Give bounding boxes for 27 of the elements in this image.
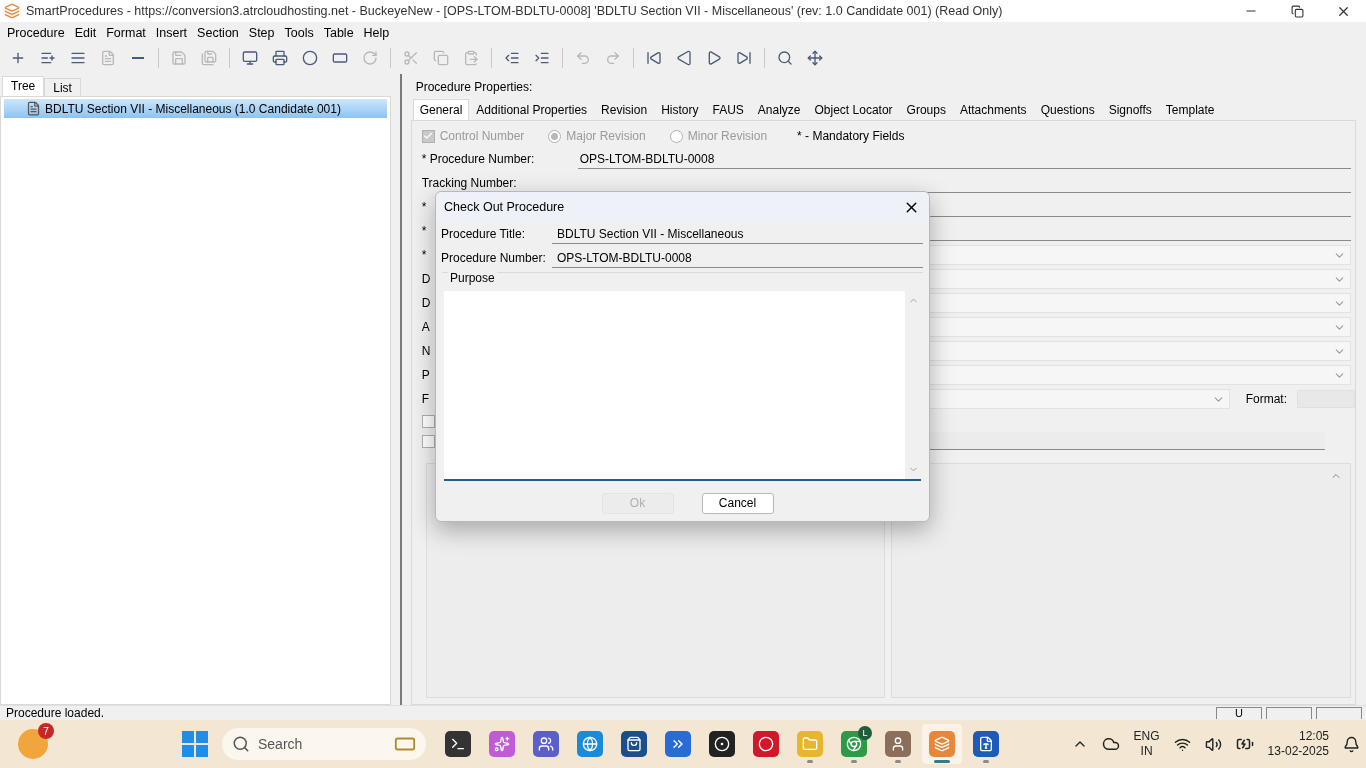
field-label: Format: (1245, 392, 1287, 406)
field-label: Tracking Number: (421, 176, 517, 190)
field-label: Procedure Title: (441, 227, 527, 241)
status-message: Procedure loaded. (6, 706, 106, 720)
profile-badge: L (858, 726, 872, 740)
mandatory-note: * - Mandatory Fields (797, 129, 905, 143)
tree-item-label: BDLTU Section VII - Miscellaneous (1.0 Candidate 001) (45, 101, 341, 116)
field-label: Procedure Number: (441, 251, 547, 265)
field-label: D (421, 296, 431, 310)
field-label: N (421, 344, 431, 358)
field-label: * (421, 224, 427, 238)
checkbox-label: Control Number (439, 129, 525, 143)
window-title: SmartProcedures - https://conversion3.atrcloudhosting.net - BuckeyeNew - [OPS-LTOM-BDLTU-0008] 'BDLTU Section VII - Miscellaneous' (rev: 1.0 Candidate 001) (Read Only) (26, 4, 1004, 18)
field-label: D (421, 272, 431, 286)
section-title: Procedure Properties: (414, 80, 534, 96)
group-title: Purpose (448, 271, 497, 285)
radio-label: Minor Revision (687, 129, 768, 143)
field-label: F (421, 392, 429, 406)
radio-label: Major Revision (566, 129, 646, 143)
field-label: A (421, 320, 430, 334)
notification-badge: 7 (38, 723, 54, 739)
field-label: * (421, 200, 427, 214)
field-label: * (421, 248, 427, 262)
field-label: * Procedure Number: (421, 152, 535, 166)
status-panel: U (1216, 707, 1262, 719)
field-label: P (421, 368, 430, 382)
dialog-title: Check Out Procedure (444, 200, 566, 214)
